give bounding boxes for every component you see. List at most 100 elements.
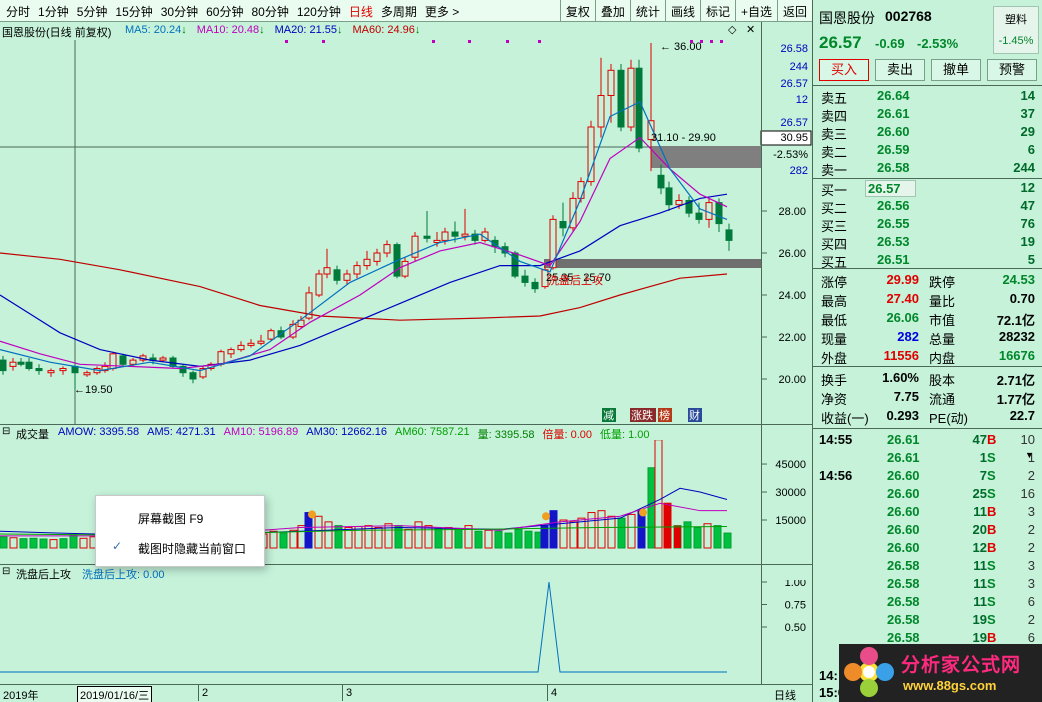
stat-label: 外盘	[821, 351, 848, 366]
stock-name: 国恩股份	[819, 10, 875, 26]
stat-value: 16676	[998, 348, 1035, 363]
bid-label: 买二	[821, 201, 848, 216]
tick-count: 2	[1027, 468, 1035, 483]
candle	[353, 261, 361, 279]
period-tab[interactable]: 分时	[2, 3, 34, 20]
tick-count: 3	[1027, 558, 1035, 573]
menu-item-hide-window[interactable]: 截图时隐藏当前窗口	[138, 540, 246, 557]
period-tab[interactable]: 更多 >	[421, 3, 463, 20]
volume-bar	[540, 525, 549, 549]
period-tab[interactable]: 多周期	[377, 3, 421, 20]
diamond-icon[interactable]: ◇	[728, 23, 736, 36]
ask-label: 卖三	[821, 127, 848, 142]
tick-time: 14:55	[819, 432, 853, 447]
sector-name: 塑料	[1005, 14, 1027, 26]
ask-row[interactable]: 卖三 26.60 29	[821, 124, 1037, 142]
volume-bar	[59, 538, 68, 549]
tick-count: 10	[1020, 432, 1035, 447]
chart-tools: 复权 叠加 统计 画线 标记 +自选 返回	[559, 0, 812, 22]
bid-row[interactable]: 买四 26.53 19	[821, 234, 1037, 252]
ask-row[interactable]: 卖四 26.61 37	[821, 106, 1037, 124]
volume-bar	[314, 515, 323, 549]
tool-button[interactable]: 画线	[664, 0, 700, 22]
tick-volume: 11	[973, 504, 987, 519]
close-icon[interactable]: ✕	[746, 23, 755, 36]
ask-price: 26.64	[877, 88, 910, 103]
period-tab[interactable]: 60分钟	[202, 3, 247, 20]
stat-value: 282	[897, 329, 919, 344]
period-tab[interactable]: 120分钟	[293, 3, 345, 20]
indicator-header: ⊟ 洗盘后上攻 洗盘后上攻: 0.00	[0, 566, 760, 581]
period-tab[interactable]: 日线	[345, 3, 377, 20]
bid-price: 26.51	[877, 252, 910, 267]
svg-text:财: 财	[689, 408, 700, 422]
resist-label: 31.10 - 29.90	[651, 132, 716, 144]
volume-bar	[484, 529, 493, 549]
ask-label: 卖四	[821, 109, 848, 124]
stat-row: 现量 282 总量 28232	[821, 329, 1037, 347]
candle	[83, 370, 91, 377]
stat-value: 0.70	[1009, 291, 1035, 306]
tool-button[interactable]: 统计	[629, 0, 665, 22]
y-tick-label: 1.00	[785, 580, 806, 589]
volume-bar	[683, 521, 692, 549]
ask-row[interactable]: 卖二 26.59 6	[821, 142, 1037, 160]
y-tick-label: 26.00	[778, 248, 806, 260]
volume-bar	[49, 539, 58, 549]
volume-bar	[79, 537, 88, 549]
bid-row[interactable]: 买三 26.55 76	[821, 216, 1037, 234]
ask-row[interactable]: 卖一 26.58 244	[821, 160, 1037, 178]
tool-button[interactable]: 返回	[776, 0, 812, 22]
ask-row[interactable]: 卖五 26.64 14	[821, 88, 1037, 106]
info-badge: 榜	[658, 408, 672, 422]
candle	[35, 364, 43, 375]
ma-legend-item: MA10: 20.48↓	[196, 24, 265, 36]
period-tab[interactable]: 30分钟	[157, 3, 202, 20]
buy-button[interactable]: 买入	[819, 59, 869, 81]
candle	[461, 208, 469, 241]
main-chart-header: 国恩股份(日线 前复权) MA5: 20.24↓ MA10: 20.48↓ MA20…	[0, 23, 760, 39]
indicator-chart[interactable]: 1.00 0.75 0.50	[0, 580, 812, 684]
period-tabs: 分时 1分钟 5分钟 15分钟 30分钟 60分钟 80分钟 120分钟 日线 多周期 更多 >	[2, 3, 463, 20]
info-badge: 减	[602, 408, 616, 422]
cancel-order-button[interactable]: 撤单	[931, 59, 981, 81]
svg-text:减: 减	[603, 409, 614, 422]
tool-button[interactable]: 复权	[559, 0, 595, 22]
tick-side: B	[987, 504, 997, 519]
period-tab[interactable]: 5分钟	[73, 3, 112, 20]
volume-bar	[19, 538, 28, 549]
bid-row[interactable]: 买一 26.57 12	[821, 180, 1037, 198]
sector-badge[interactable]: 塑料 -1.45%	[993, 6, 1039, 54]
signal-dot	[710, 40, 713, 43]
volume-marker	[308, 510, 316, 519]
volume-bar	[524, 530, 533, 549]
divider	[813, 85, 1042, 86]
bid-row[interactable]: 买二 26.56 47	[821, 198, 1037, 216]
signal-dot	[690, 40, 693, 43]
volume-bar	[494, 530, 503, 549]
volume-bar	[0, 536, 8, 549]
site-logo: 分析家公式网 www.88gs.com	[839, 644, 1042, 702]
tick-price: 26.60	[887, 468, 920, 483]
ask-volume: 14	[1020, 88, 1035, 103]
collapse-icon[interactable]: ⊟	[2, 426, 10, 437]
scroll-down-icon[interactable]: ▼	[1025, 450, 1034, 460]
tool-button[interactable]: 叠加	[594, 0, 630, 22]
period-tab[interactable]: 1分钟	[34, 3, 73, 20]
sell-button[interactable]: 卖出	[875, 59, 925, 81]
period-tab[interactable]: 80分钟	[247, 3, 292, 20]
price-mark: 244	[790, 61, 808, 73]
tool-button[interactable]: +自选	[734, 0, 777, 22]
menu-item-screenshot[interactable]: 屏幕截图 F9	[138, 510, 203, 527]
y-tick-label: 30000	[775, 487, 806, 499]
period-tab[interactable]: 15分钟	[111, 3, 156, 20]
tool-button[interactable]: 标记	[699, 0, 735, 22]
tick-side: S	[987, 468, 996, 483]
tick-row: 26.58 19 S 2	[821, 612, 1037, 630]
price-mark: -2.53%	[773, 149, 808, 161]
alert-button[interactable]: 预警	[987, 59, 1037, 81]
finance-label: 股本	[929, 373, 956, 388]
collapse-icon[interactable]: ⊟	[2, 566, 10, 577]
stat-row: 涨停 29.99 跌停 24.53	[821, 272, 1037, 290]
candlestick-chart[interactable]: 28.00 26.00 24.00 22.00 20.00 26.58 244 26.57 12…	[0, 40, 812, 424]
